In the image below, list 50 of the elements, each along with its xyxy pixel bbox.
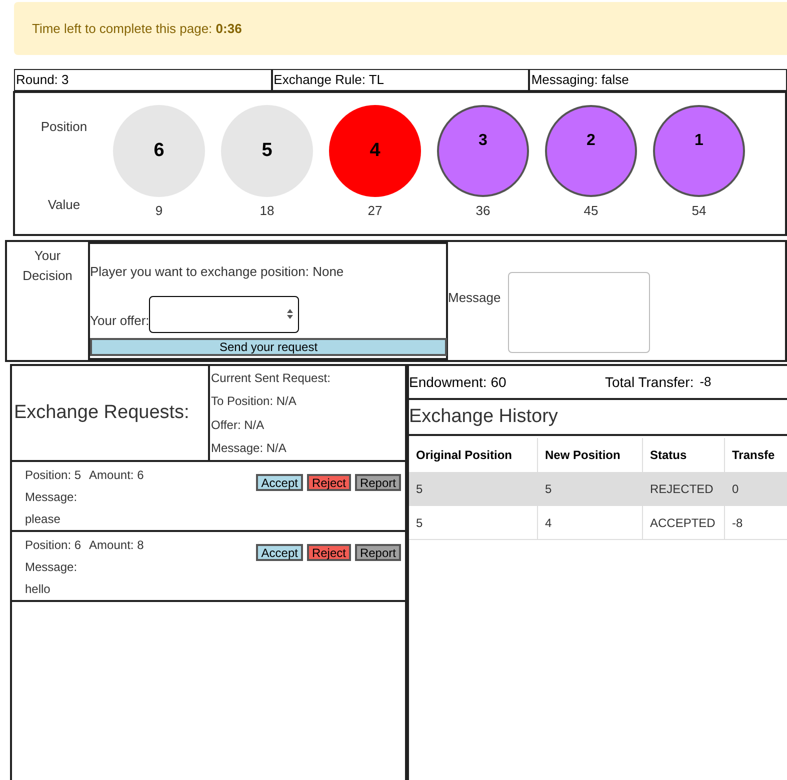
request-position: Position: 5 [25, 467, 82, 484]
offer-input[interactable] [149, 296, 300, 332]
offer-label: Your offer: [90, 312, 150, 330]
requests-title: Exchange Requests: [14, 400, 190, 425]
info-cell: Messaging: false [529, 69, 787, 91]
table-cell: 5 [409, 506, 538, 540]
sent-request-text: To Position: N/A [211, 393, 298, 410]
reject-button[interactable]: Reject [306, 474, 351, 491]
table-cell: 0 [725, 472, 787, 506]
report-button[interactable]: Report [354, 474, 401, 491]
sent-request-text: Offer: N/A [211, 416, 266, 434]
request-position: Position: 6 [25, 537, 82, 554]
info-cell: Exchange Rule: TL [272, 69, 530, 91]
table-cell: 5 [538, 472, 643, 506]
timer-text: Time left to complete this page: 0:36 [32, 20, 242, 38]
spinner-icon[interactable] [286, 308, 294, 320]
request-message-label: Message: [25, 489, 78, 506]
position-value: 27 [368, 202, 382, 220]
accept-button[interactable]: Accept [256, 544, 303, 561]
request-message-label: Message: [25, 559, 78, 576]
request-message: hello [25, 581, 52, 598]
position-value: 45 [584, 202, 598, 220]
info-cell: Round: 3 [14, 69, 272, 91]
position-value: 9 [155, 202, 163, 220]
sent-request-text: Current Sent Request: [211, 370, 330, 387]
accept-button[interactable]: Accept [256, 474, 303, 491]
sent-request-text: Message: N/A [211, 440, 288, 458]
position-value: 54 [692, 202, 706, 220]
history-title: Exchange History [409, 404, 558, 429]
table-cell: 5 [409, 472, 538, 506]
request-amount: Amount: 8 [89, 537, 144, 554]
position-value: 18 [260, 202, 274, 220]
reject-button[interactable]: Reject [306, 544, 351, 561]
position-label: Position [40, 118, 88, 136]
value-label: Value [48, 196, 80, 214]
request-message: please [25, 511, 62, 528]
decision-label: Your Decision [22, 247, 74, 285]
endowment-text: Endowment: 60 [409, 372, 508, 392]
message-label: Message [448, 289, 502, 307]
total-transfer-text: Total Transfer: [605, 372, 694, 392]
message-field[interactable] [508, 272, 650, 353]
table-cell: ACCEPTED [643, 506, 725, 540]
table-cell: 4 [538, 506, 643, 540]
request-amount: Amount: 6 [89, 467, 144, 484]
table-cell: REJECTED [643, 472, 725, 506]
position-value: 36 [476, 202, 490, 220]
send-request-button[interactable]: Send your request [90, 338, 447, 356]
total-transfer-value: -8 [700, 373, 712, 392]
target-text: Player you want to exchange position: None [90, 263, 345, 281]
report-button[interactable]: Report [354, 544, 401, 561]
